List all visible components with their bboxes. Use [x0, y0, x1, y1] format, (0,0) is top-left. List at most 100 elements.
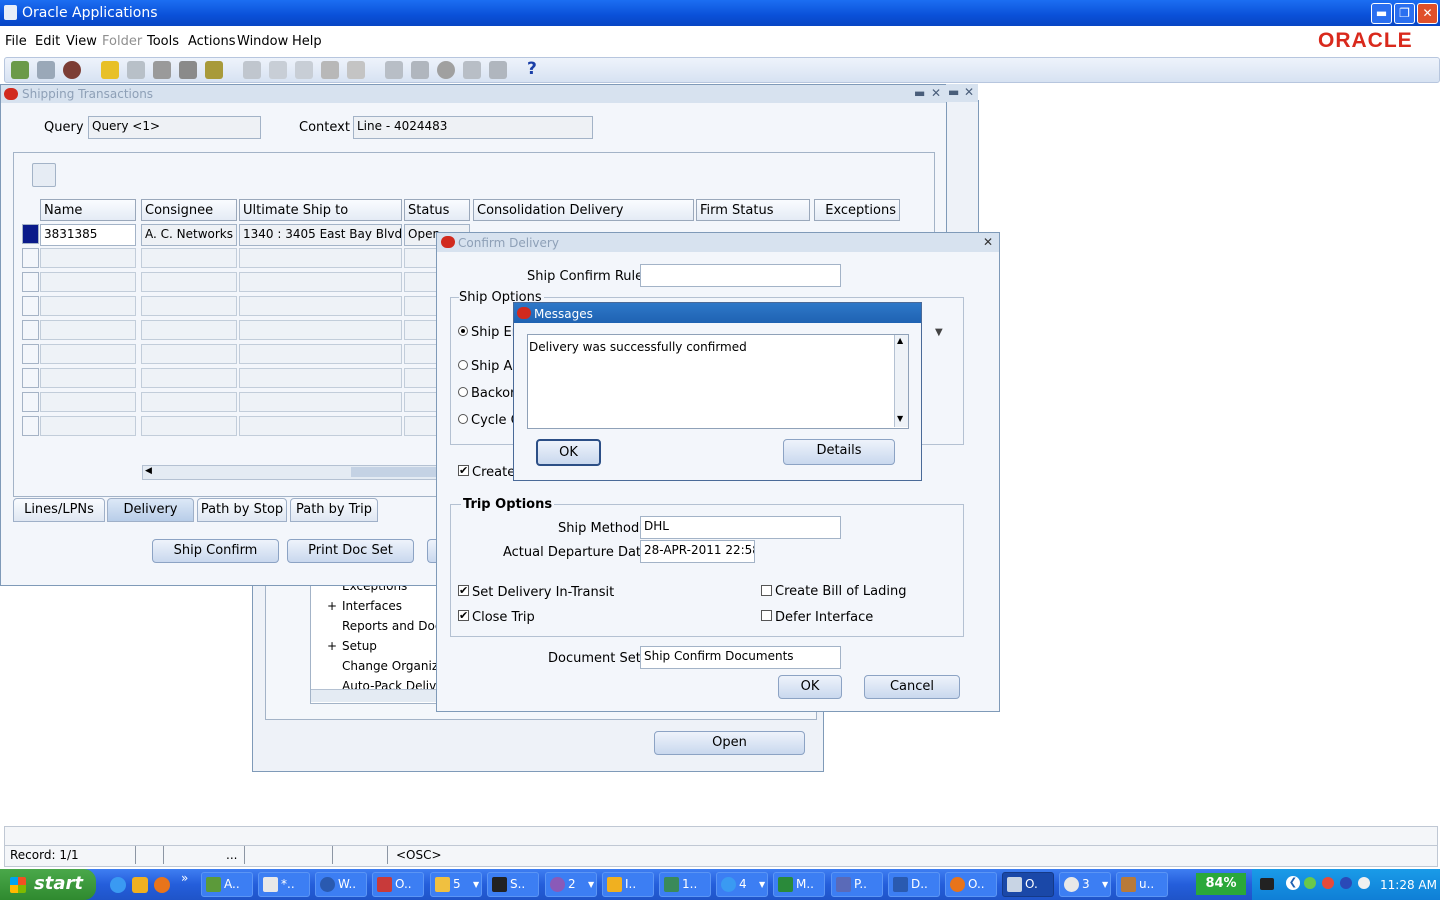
quick-launch-more-icon[interactable]: » [181, 871, 188, 885]
task-button-7[interactable]: 2 ▼ [545, 872, 597, 897]
edit-field-icon[interactable] [385, 61, 403, 79]
departure-date-field[interactable]: 28-APR-2011 22:58 [640, 540, 755, 563]
message-scrollbar[interactable]: ▲ ▼ [894, 335, 908, 427]
scroll-left-icon[interactable]: ◀ [145, 466, 152, 476]
help-icon[interactable]: ? [527, 59, 537, 79]
task-button-5[interactable]: 5 ▼ [430, 872, 482, 897]
context-field[interactable]: Line - 4024483 [353, 116, 593, 139]
tree-item-interfaces[interactable]: Interfaces [342, 599, 402, 613]
empty-cell[interactable] [141, 272, 237, 292]
menu-folder[interactable]: Folder [102, 34, 142, 49]
quick-launch-firefox-icon[interactable] [154, 877, 170, 893]
row-indicator[interactable] [22, 344, 39, 364]
tab-lines-lpns[interactable]: Lines/LPNs [13, 498, 105, 522]
tab-delivery[interactable]: Delivery [107, 498, 194, 522]
ship-all-radio[interactable] [458, 360, 468, 370]
copy-icon[interactable] [269, 61, 287, 79]
find-icon[interactable] [37, 61, 55, 79]
col-name[interactable]: Name [40, 199, 136, 221]
empty-cell[interactable] [40, 296, 136, 316]
task-button-17[interactable]: u.. [1116, 872, 1168, 897]
cycle-count-radio[interactable] [458, 414, 468, 424]
task-button-2[interactable]: *.. [258, 872, 310, 897]
clock[interactable]: 11:28 AM [1380, 878, 1437, 892]
scroll-down-icon[interactable]: ▼ [897, 414, 903, 423]
switch-resp-icon[interactable] [153, 61, 171, 79]
ship-entered-radio[interactable] [458, 326, 468, 336]
empty-cell[interactable] [40, 248, 136, 268]
quick-launch-ie-icon[interactable] [110, 877, 126, 893]
ship-method-field[interactable]: DHL [640, 516, 841, 539]
empty-cell[interactable] [40, 320, 136, 340]
empty-cell[interactable] [239, 248, 402, 268]
empty-cell[interactable] [239, 392, 402, 412]
empty-cell[interactable] [141, 320, 237, 340]
defer-interface-checkbox[interactable] [761, 610, 772, 621]
expand-icon[interactable]: + [327, 599, 337, 613]
empty-cell[interactable] [141, 344, 237, 364]
task-button-8[interactable]: I.. [602, 872, 654, 897]
close-button[interactable]: ✕ [1417, 3, 1438, 24]
col-consignee[interactable]: Consignee [141, 199, 237, 221]
messages-ok-button[interactable]: OK [536, 439, 601, 466]
tree-item-change-org[interactable]: Change Organiz [342, 659, 438, 673]
cut-icon[interactable] [243, 61, 261, 79]
close-icon[interactable]: ✕ [931, 86, 941, 100]
ship-confirm-button[interactable]: Ship Confirm [152, 539, 279, 563]
task-button-9[interactable]: 1.. [659, 872, 711, 897]
task-button-14[interactable]: O.. [945, 872, 997, 897]
tab-path-by-trip[interactable]: Path by Trip [290, 498, 378, 522]
start-button[interactable]: start [0, 869, 96, 900]
grid-hscroll[interactable]: ◀ [142, 465, 444, 480]
tree-item-setup[interactable]: Setup [342, 639, 377, 653]
empty-cell[interactable] [239, 320, 402, 340]
task-button-12[interactable]: P.. [831, 872, 883, 897]
task-button-3[interactable]: W.. [315, 872, 367, 897]
empty-cell[interactable] [141, 392, 237, 412]
empty-cell[interactable] [40, 368, 136, 388]
empty-cell[interactable] [40, 392, 136, 412]
confirm-ok-button[interactable]: OK [778, 675, 842, 699]
empty-cell[interactable] [141, 368, 237, 388]
menu-file[interactable]: File [5, 34, 27, 49]
create-checkbox[interactable]: ✔ [458, 465, 469, 476]
print-doc-set-button[interactable]: Print Doc Set [287, 539, 414, 563]
delete-icon[interactable] [347, 61, 365, 79]
message-text-area[interactable]: Delivery was successfully confirmed ▲ ▼ [527, 334, 909, 429]
document-set-field[interactable]: Ship Confirm Documents [640, 646, 841, 669]
new-icon[interactable] [11, 61, 29, 79]
bill-of-lading-checkbox[interactable] [761, 585, 772, 596]
bluetooth-icon[interactable] [1340, 877, 1352, 889]
translations-icon[interactable] [437, 61, 455, 79]
menu-actions[interactable]: Actions [188, 34, 236, 49]
menu-window[interactable]: Window [237, 34, 288, 49]
task-button-16[interactable]: 3 ▼ [1059, 872, 1111, 897]
empty-cell[interactable] [40, 416, 136, 436]
col-firm-status[interactable]: Firm Status [696, 199, 810, 221]
minimize-button[interactable]: ▬ [1371, 3, 1392, 24]
restore-button[interactable]: ❐ [1394, 3, 1415, 24]
task-button-11[interactable]: M.. [773, 872, 825, 897]
col-exceptions[interactable]: Exceptions [814, 199, 900, 221]
col-status[interactable]: Status [404, 199, 470, 221]
empty-cell[interactable] [141, 248, 237, 268]
navigator-icon[interactable] [63, 61, 81, 79]
next-step-icon[interactable] [127, 61, 145, 79]
row-indicator[interactable] [22, 224, 39, 244]
network-icon[interactable] [1304, 877, 1316, 889]
empty-cell[interactable] [239, 368, 402, 388]
paste-icon[interactable] [295, 61, 313, 79]
security-icon[interactable] [1322, 877, 1334, 889]
empty-cell[interactable] [239, 296, 402, 316]
row-indicator[interactable] [22, 368, 39, 388]
folder-icon[interactable] [32, 163, 56, 187]
row-indicator[interactable] [22, 296, 39, 316]
close-icon[interactable]: ✕ [964, 85, 974, 99]
menu-edit[interactable]: Edit [35, 34, 60, 49]
cell-consignee[interactable]: A. C. Networks [141, 224, 237, 246]
messages-details-button[interactable]: Details [783, 439, 895, 465]
task-button-13[interactable]: D.. [888, 872, 940, 897]
tab-path-by-stop[interactable]: Path by Stop [197, 498, 287, 522]
ship-confirm-rule-field[interactable] [640, 264, 841, 287]
in-transit-checkbox[interactable]: ✔ [458, 585, 469, 596]
